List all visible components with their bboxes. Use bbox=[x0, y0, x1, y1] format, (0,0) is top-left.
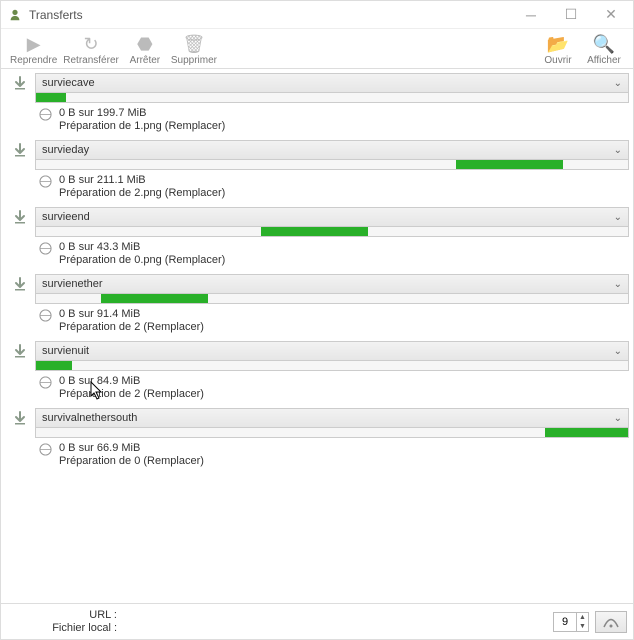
reveal-icon: 🔍 bbox=[593, 33, 615, 55]
stop-icon: ⬣ bbox=[134, 33, 156, 55]
transfer-list: surviecave ⌄ 0 B sur 199.7 MiB Préparati… bbox=[1, 69, 633, 601]
open-button[interactable]: 📂 Ouvrir bbox=[535, 33, 581, 66]
transfer-header[interactable]: surviecave ⌄ bbox=[35, 73, 629, 93]
bandwidth-button[interactable] bbox=[595, 611, 627, 633]
chevron-down-icon[interactable]: ⌄ bbox=[614, 413, 622, 424]
delete-label: Supprimer bbox=[171, 55, 217, 66]
transfer-prep: Préparation de 0 (Remplacer) bbox=[59, 455, 623, 467]
status-bar: URL : Fichier local : ▲ ▼ bbox=[1, 603, 633, 639]
download-arrow-icon bbox=[5, 408, 35, 467]
maximize-button[interactable]: ☐ bbox=[551, 1, 591, 29]
transfer-prep: Préparation de 2.png (Remplacer) bbox=[59, 187, 623, 199]
transfer-status: 0 B sur 66.9 MiB bbox=[59, 442, 623, 454]
reload-icon: ↻ bbox=[80, 33, 102, 55]
transfer-item[interactable]: survieday ⌄ 0 B sur 211.1 MiB Préparatio… bbox=[5, 140, 629, 199]
download-arrow-icon bbox=[5, 207, 35, 266]
globe-icon bbox=[39, 443, 53, 457]
connections-stepper[interactable]: ▲ ▼ bbox=[553, 612, 589, 632]
progress-bar-fill bbox=[545, 428, 628, 437]
globe-icon bbox=[39, 309, 53, 323]
transfer-name: survieday bbox=[42, 144, 89, 156]
download-arrow-icon bbox=[5, 140, 35, 199]
transfer-item[interactable]: survivalnethersouth ⌄ 0 B sur 66.9 MiB P… bbox=[5, 408, 629, 467]
transfer-prep: Préparation de 0.png (Remplacer) bbox=[59, 254, 623, 266]
stepper-up-icon[interactable]: ▲ bbox=[577, 613, 588, 622]
show-label: Afficher bbox=[587, 55, 621, 66]
progress-bar-track bbox=[35, 294, 629, 304]
transfer-status: 0 B sur 211.1 MiB bbox=[59, 174, 623, 186]
file-label: Fichier local : bbox=[52, 622, 117, 634]
transfer-status: 0 B sur 84.9 MiB bbox=[59, 375, 623, 387]
minimize-button[interactable]: ─ bbox=[511, 1, 551, 29]
stop-label: Arrêter bbox=[130, 55, 161, 66]
show-button[interactable]: 🔍 Afficher bbox=[581, 33, 627, 66]
download-arrow-icon bbox=[5, 341, 35, 400]
transfer-header[interactable]: survienuit ⌄ bbox=[35, 341, 629, 361]
progress-bar-fill bbox=[36, 361, 72, 370]
progress-bar-fill bbox=[36, 93, 66, 102]
retransfer-label: Retransférer bbox=[63, 55, 119, 66]
progress-bar-track bbox=[35, 160, 629, 170]
transfer-prep: Préparation de 2 (Remplacer) bbox=[59, 388, 623, 400]
retransfer-button[interactable]: ↻ Retransférer bbox=[60, 33, 122, 66]
connections-input[interactable] bbox=[554, 616, 576, 628]
transfer-item[interactable]: survienether ⌄ 0 B sur 91.4 MiB Préparat… bbox=[5, 274, 629, 333]
play-icon: ▶ bbox=[23, 33, 45, 55]
transfer-header[interactable]: survieday ⌄ bbox=[35, 140, 629, 160]
app-icon bbox=[7, 7, 23, 23]
titlebar: Transferts ─ ☐ ✕ bbox=[1, 1, 633, 29]
progress-bar-fill bbox=[101, 294, 208, 303]
globe-icon bbox=[39, 242, 53, 256]
download-arrow-icon bbox=[5, 274, 35, 333]
transfer-name: surviecave bbox=[42, 77, 95, 89]
transfer-status: 0 B sur 199.7 MiB bbox=[59, 107, 623, 119]
chevron-down-icon[interactable]: ⌄ bbox=[614, 145, 622, 156]
transfer-status: 0 B sur 43.3 MiB bbox=[59, 241, 623, 253]
progress-bar-track bbox=[35, 361, 629, 371]
download-arrow-icon bbox=[5, 73, 35, 132]
window-title: Transferts bbox=[29, 8, 83, 22]
stop-button[interactable]: ⬣ Arrêter bbox=[122, 33, 168, 66]
progress-bar-fill bbox=[456, 160, 563, 169]
stepper-down-icon[interactable]: ▼ bbox=[577, 622, 588, 631]
globe-icon bbox=[39, 108, 53, 122]
transfer-header[interactable]: survivalnethersouth ⌄ bbox=[35, 408, 629, 428]
transfer-header[interactable]: survieend ⌄ bbox=[35, 207, 629, 227]
chevron-down-icon[interactable]: ⌄ bbox=[614, 279, 622, 290]
resume-button[interactable]: ▶ Reprendre bbox=[7, 33, 60, 66]
transfer-name: survienuit bbox=[42, 345, 89, 357]
folder-open-icon: 📂 bbox=[547, 33, 569, 55]
delete-button[interactable]: 🗑 Supprimer bbox=[168, 33, 220, 66]
progress-bar-track bbox=[35, 93, 629, 103]
trash-icon: 🗑 bbox=[183, 33, 205, 55]
progress-bar-fill bbox=[261, 227, 368, 236]
open-label: Ouvrir bbox=[544, 55, 571, 66]
close-button[interactable]: ✕ bbox=[591, 1, 631, 29]
transfer-status: 0 B sur 91.4 MiB bbox=[59, 308, 623, 320]
transfer-prep: Préparation de 2 (Remplacer) bbox=[59, 321, 623, 333]
chevron-down-icon[interactable]: ⌄ bbox=[614, 346, 622, 357]
transfer-item[interactable]: survienuit ⌄ 0 B sur 84.9 MiB Préparatio… bbox=[5, 341, 629, 400]
transfer-prep: Préparation de 1.png (Remplacer) bbox=[59, 120, 623, 132]
progress-bar-track bbox=[35, 428, 629, 438]
transfer-name: survienether bbox=[42, 278, 103, 290]
globe-icon bbox=[39, 376, 53, 390]
chevron-down-icon[interactable]: ⌄ bbox=[614, 212, 622, 223]
progress-bar-track bbox=[35, 227, 629, 237]
transfer-header[interactable]: survienether ⌄ bbox=[35, 274, 629, 294]
transfer-item[interactable]: surviecave ⌄ 0 B sur 199.7 MiB Préparati… bbox=[5, 73, 629, 132]
resume-label: Reprendre bbox=[10, 55, 57, 66]
transfer-name: survivalnethersouth bbox=[42, 412, 137, 424]
chevron-down-icon[interactable]: ⌄ bbox=[614, 78, 622, 89]
globe-icon bbox=[39, 175, 53, 189]
transfer-name: survieend bbox=[42, 211, 90, 223]
toolbar: ▶ Reprendre ↻ Retransférer ⬣ Arrêter 🗑 S… bbox=[1, 29, 633, 69]
transfer-item[interactable]: survieend ⌄ 0 B sur 43.3 MiB Préparation… bbox=[5, 207, 629, 266]
url-label: URL : bbox=[89, 609, 117, 621]
